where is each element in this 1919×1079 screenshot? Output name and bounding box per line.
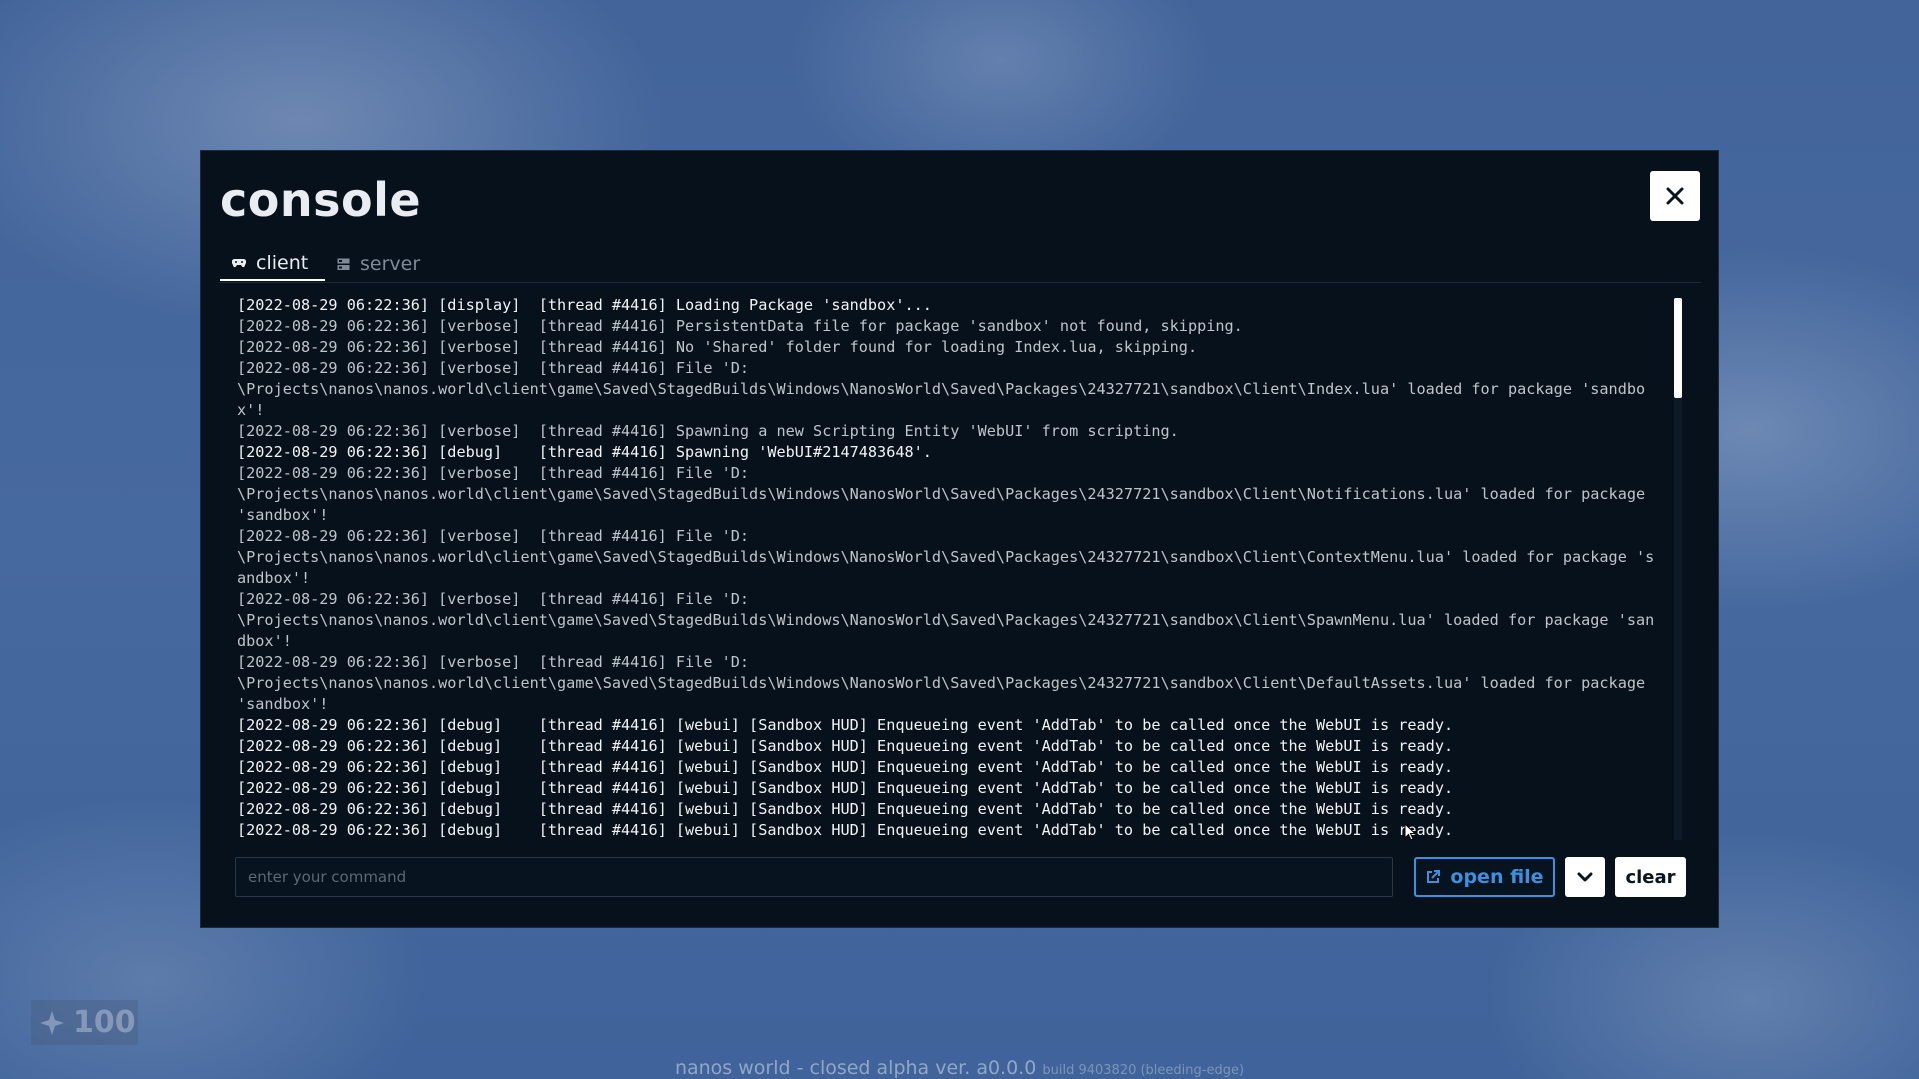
log-scrollbar[interactable]	[1674, 298, 1682, 840]
log-line: [2022-08-29 06:22:36] [verbose] [thread …	[237, 422, 1179, 440]
hud-health: 100	[31, 1000, 138, 1045]
health-value: 100	[73, 1005, 136, 1040]
log-line: [2022-08-29 06:22:36] [verbose] [thread …	[237, 464, 1646, 524]
chevron-down-icon	[1577, 872, 1593, 882]
log-line: [2022-08-29 06:22:36] [debug] [thread #4…	[237, 737, 1454, 755]
log-line: [2022-08-29 06:22:36] [verbose] [thread …	[237, 590, 1655, 650]
open-file-dropdown-button[interactable]	[1565, 857, 1605, 897]
console-window: console client server [2022-08-29 06:22:…	[200, 150, 1719, 928]
log-line: [2022-08-29 06:22:36] [display] [thread …	[237, 296, 932, 314]
log-line: [2022-08-29 06:22:36] [debug] [thread #4…	[237, 716, 1454, 734]
log-line: [2022-08-29 06:22:36] [debug] [thread #4…	[237, 758, 1454, 776]
server-icon	[337, 258, 350, 270]
tab-server-label: server	[360, 253, 421, 275]
version-text: nanos world - closed alpha ver. a0.0.0	[674, 1057, 1037, 1079]
command-input[interactable]	[235, 857, 1393, 897]
external-link-icon	[1427, 870, 1441, 883]
log-line: [2022-08-29 06:22:36] [debug] [thread #4…	[237, 779, 1454, 797]
log-line: [2022-08-29 06:22:36] [verbose] [thread …	[237, 317, 1243, 335]
log-line: [2022-08-29 06:22:36] [debug] [thread #4…	[237, 443, 932, 461]
close-button[interactable]	[1650, 171, 1700, 221]
log-line: [2022-08-29 06:22:36] [verbose] [thread …	[237, 359, 1646, 419]
scrollbar-thumb[interactable]	[1674, 298, 1682, 398]
log-line: [2022-08-29 06:22:36] [debug] [thread #4…	[237, 800, 1454, 818]
tab-client[interactable]: client	[220, 247, 325, 281]
console-tabs: client server	[220, 247, 1701, 283]
log-output[interactable]: [2022-08-29 06:22:36] [display] [thread …	[237, 295, 1659, 840]
console-title: console	[220, 173, 422, 227]
build-text: build 9403820 (bleeding-edge)	[1042, 1063, 1245, 1078]
health-icon	[40, 1010, 64, 1035]
open-file-label: open file	[1450, 866, 1544, 888]
tab-client-label: client	[256, 252, 309, 274]
tab-server[interactable]: server	[325, 247, 435, 281]
version-footer: nanos world - closed alpha ver. a0.0.0 b…	[0, 1057, 1919, 1079]
mouse-cursor-icon	[1404, 823, 1416, 841]
close-icon	[1666, 187, 1684, 205]
open-file-button[interactable]: open file	[1414, 857, 1555, 897]
log-line: [2022-08-29 06:22:36] [verbose] [thread …	[237, 653, 1646, 713]
clear-button[interactable]: clear	[1615, 857, 1686, 897]
gamepad-icon	[232, 258, 246, 268]
log-line: [2022-08-29 06:22:36] [verbose] [thread …	[237, 338, 1198, 356]
log-line: [2022-08-29 06:22:36] [verbose] [thread …	[237, 527, 1655, 587]
log-line: [2022-08-29 06:22:36] [debug] [thread #4…	[237, 821, 1454, 839]
